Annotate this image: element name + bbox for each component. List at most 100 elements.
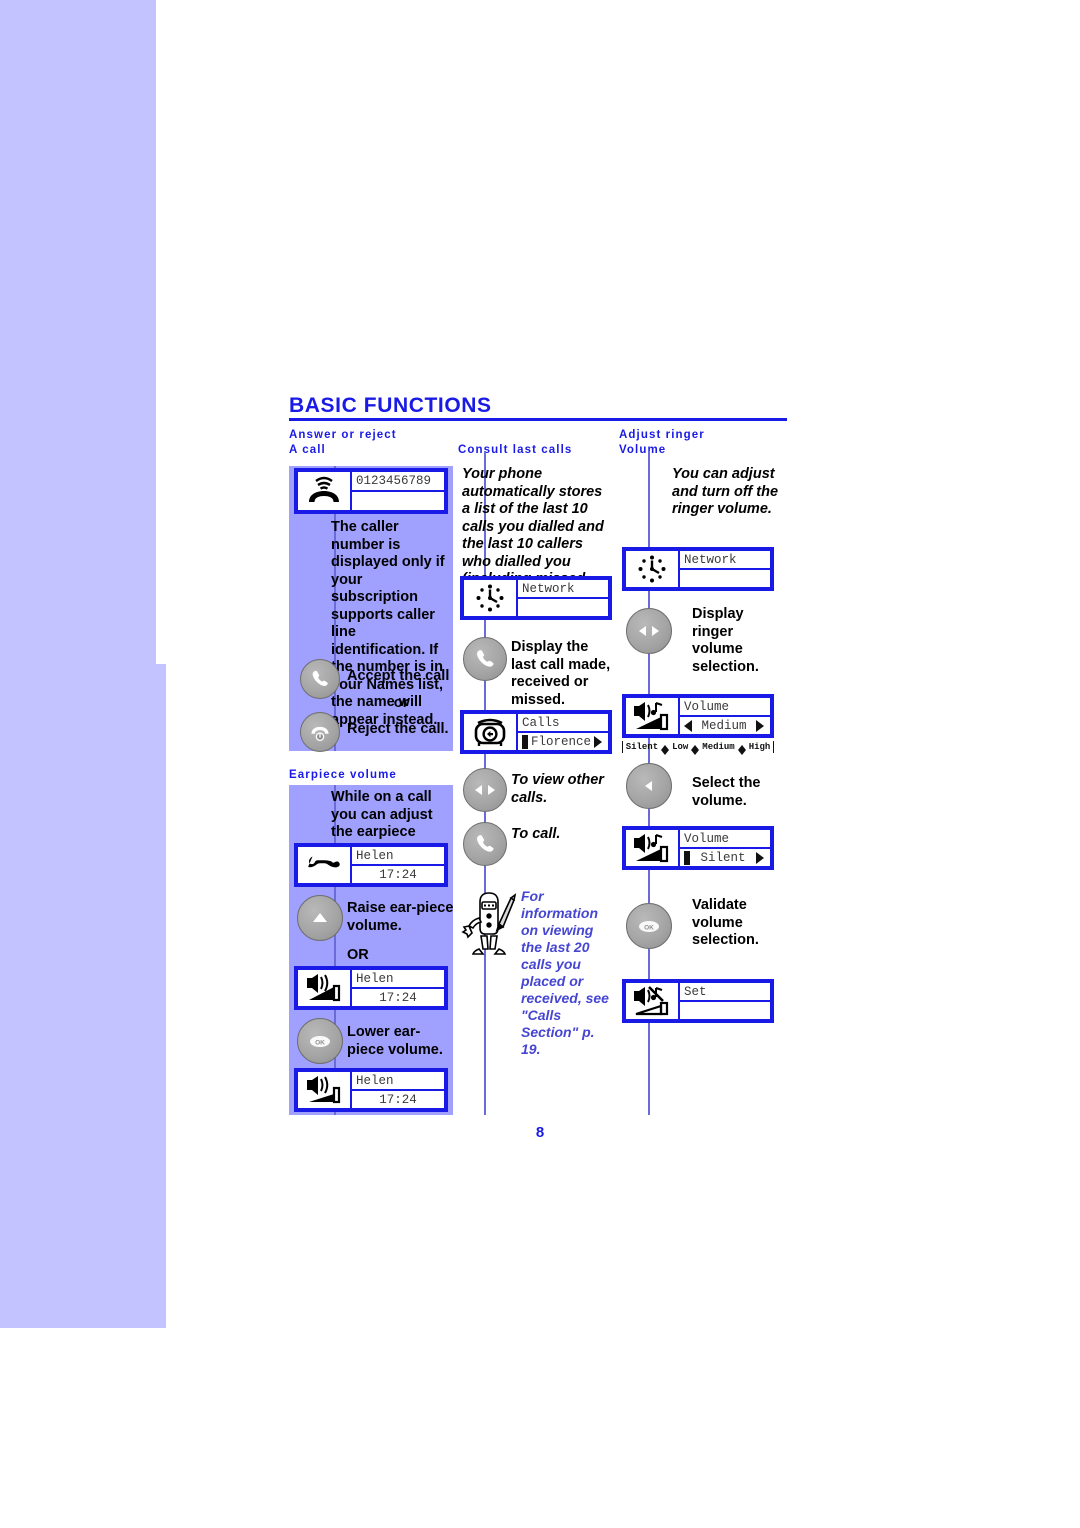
mascot-pencil-icon — [461, 888, 517, 962]
key-select-volume[interactable] — [626, 763, 672, 809]
label-or: or — [393, 695, 409, 711]
label-or-alt: OR — [347, 947, 369, 963]
screen-incoming-call: 0123456789 — [294, 468, 448, 514]
scale-label-silent: Silent — [625, 742, 659, 752]
scale-label-medium: Medium — [702, 742, 735, 752]
scale-label-low: Low — [672, 742, 689, 752]
label-display-last-call: Display the last call made, received or … — [511, 639, 611, 708]
screen-line-caller-number: 0123456789 — [352, 472, 444, 492]
arrow-left-icon — [684, 719, 692, 732]
screen-call-helen: Helen 17:24 — [294, 843, 448, 887]
scale-end-left-icon — [622, 741, 623, 753]
page-title-block: Basic functions — [289, 395, 787, 421]
screen-line-time: 17:24 — [379, 1092, 417, 1107]
ringer-volume-icon — [626, 830, 680, 866]
screen-volume-low-helen: Helen 17:24 — [294, 1068, 448, 1112]
screen-line-volume: Volume — [680, 698, 770, 717]
screen-line-medium: Medium — [701, 718, 747, 733]
screen-line-florence-row: Florence — [518, 733, 608, 750]
panel-adjust-ringer-volume — [0, 664, 166, 1328]
ok-key-icon: OK — [639, 920, 659, 932]
label-reject-call: Reject the call. — [347, 721, 449, 737]
screen-line-medium-row: Medium — [680, 717, 770, 734]
left-right-arrows-icon — [639, 626, 659, 636]
screen-network-b: Network — [460, 576, 612, 620]
left-arrow-icon — [645, 781, 652, 791]
key-accept-call[interactable] — [300, 659, 340, 699]
screen-line-blank — [352, 492, 444, 510]
panel-consult-last-calls — [0, 0, 156, 664]
heading-consult-last-calls: Consult last calls — [458, 444, 573, 456]
screen-line-name: Helen — [352, 1072, 444, 1091]
key-to-call[interactable] — [463, 822, 507, 866]
manual-page: Basic functions Answer or reject A call … — [0, 0, 1080, 1528]
scale-tick-icon — [661, 744, 670, 755]
scale-tick-icon — [737, 744, 746, 755]
text-calls-section-tip: For information on viewing the last 20 c… — [521, 888, 609, 1057]
screen-line-blank — [680, 570, 770, 587]
key-view-other-calls[interactable] — [463, 768, 507, 812]
phone-handset-icon — [477, 650, 494, 667]
key-display-last-call[interactable] — [463, 637, 507, 681]
label-select-volume: Select the volume. — [692, 775, 761, 809]
heading-adjust-ringer-line2: Volume — [619, 444, 667, 456]
text-ringer-intro: You can adjust and turn off the ringer v… — [672, 466, 779, 517]
speaker-volume-low-icon — [298, 1072, 352, 1108]
heading-adjust-ringer-volume: Adjust ringer Volume — [619, 428, 705, 458]
phone-handset-icon — [298, 847, 352, 883]
screen-volume-high-helen: Helen 17:24 — [294, 966, 448, 1010]
heading-earpiece-volume: Earpiece volume — [289, 769, 397, 781]
screen-calls-florence: Calls Florence — [460, 710, 612, 754]
page-title: Basic functions — [289, 394, 492, 417]
screen-volume-low-lines: Helen 17:24 — [352, 1072, 444, 1108]
screen-network-b-lines: Network — [518, 580, 608, 616]
screen-line-network: Network — [680, 551, 770, 570]
screen-line-time: 17:24 — [379, 867, 417, 882]
left-right-arrows-icon — [475, 785, 495, 795]
key-reject-call[interactable] — [300, 712, 340, 752]
key-volume-up[interactable] — [297, 895, 343, 941]
arrow-right-icon — [756, 719, 764, 732]
heading-answer-or-reject-line2: A call — [289, 444, 326, 456]
screen-line-name: Helen — [352, 970, 444, 989]
clock-icon — [464, 580, 518, 616]
up-arrow-icon — [313, 913, 327, 922]
ok-key-icon: OK — [310, 1035, 330, 1047]
clock-icon — [626, 551, 680, 587]
scale-tick-icon — [691, 744, 700, 755]
screen-volume-high-lines: Helen 17:24 — [352, 970, 444, 1006]
label-accept-call: Accept the call — [347, 668, 450, 684]
screen-line-volume: Volume — [680, 830, 770, 849]
ringing-phone-icon — [298, 472, 352, 510]
ringer-volume-icon — [626, 698, 680, 734]
title-underline — [289, 418, 787, 421]
screen-network-c: Network — [622, 547, 774, 591]
screen-line-florence: Florence — [530, 734, 591, 749]
screen-volume-silent: Volume Silent — [622, 826, 774, 870]
screen-line-network: Network — [518, 580, 608, 599]
screen-calls-florence-lines: Calls Florence — [518, 714, 608, 750]
scale-label-high: High — [748, 742, 771, 752]
key-volume-down[interactable]: OK — [297, 1018, 343, 1064]
key-validate-volume[interactable]: OK — [626, 903, 672, 949]
label-display-ringer-selection: Display ringer volume selection. — [692, 606, 759, 675]
screen-line-silent: Silent — [700, 850, 746, 865]
screen-line-silent-row: Silent — [680, 849, 770, 866]
screen-call-helen-lines: Helen 17:24 — [352, 847, 444, 883]
key-display-ringer-selection[interactable] — [626, 608, 672, 654]
speaker-volume-high-icon — [298, 970, 352, 1006]
label-validate-volume: Validate volume selection. — [692, 897, 759, 948]
screen-line-blank — [680, 1002, 770, 1019]
heading-answer-or-reject: Answer or reject A call — [289, 428, 397, 458]
screen-incoming-call-lines: 0123456789 — [352, 472, 444, 510]
phone-hangup-icon — [311, 726, 329, 741]
label-view-other-calls: To view other calls. — [511, 772, 604, 806]
heading-adjust-ringer-line1: Adjust ringer — [619, 429, 705, 441]
screen-line-time: 17:24 — [379, 990, 417, 1005]
ringer-muted-icon — [626, 983, 680, 1019]
screen-volume-silent-lines: Volume Silent — [680, 830, 770, 866]
arrow-right-icon — [594, 735, 602, 748]
arrow-right-icon — [756, 851, 764, 864]
svg-text:OK: OK — [644, 924, 654, 931]
heading-answer-or-reject-line1: Answer or reject — [289, 429, 397, 441]
